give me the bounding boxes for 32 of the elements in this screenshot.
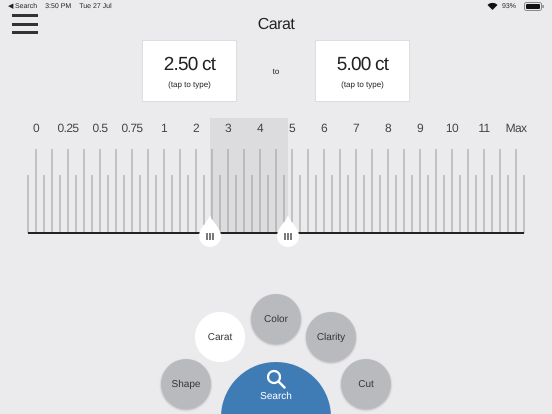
scale-label: 7	[352, 121, 360, 135]
menu-icon[interactable]	[12, 14, 38, 34]
search-button[interactable]: Search	[221, 362, 331, 414]
filter-button[interactable]: Carat	[195, 312, 245, 362]
filter-button[interactable]: Cut	[341, 359, 391, 409]
scale-label: 5	[288, 121, 296, 135]
page-title: Carat	[258, 16, 294, 34]
scale-label: 0.25	[56, 121, 80, 135]
scale-label: 8	[384, 121, 392, 135]
scale-label: 0.5	[92, 121, 108, 135]
wifi-icon	[486, 2, 498, 10]
min-slider-handle[interactable]	[198, 214, 222, 248]
scale-label: 10	[444, 121, 460, 135]
scale-label: 0.75	[120, 121, 144, 135]
search-icon	[266, 369, 286, 389]
scale-label: 1	[160, 121, 168, 135]
scale-label: 9	[416, 121, 424, 135]
max-slider-handle[interactable]	[276, 214, 300, 248]
to-label: to	[272, 66, 280, 76]
scale-label: Max	[504, 121, 528, 135]
scale-label: 0	[32, 121, 40, 135]
max-carat-field[interactable]: 5.00 ct (tap to type)	[315, 40, 410, 102]
filter-button[interactable]: Color	[251, 294, 301, 344]
scale-label: 11	[477, 121, 491, 135]
filter-button[interactable]: Clarity	[306, 312, 356, 362]
scale-label: 6	[320, 121, 328, 135]
scale-label: 2	[192, 121, 200, 135]
scale-label: 3	[224, 121, 232, 135]
filter-button[interactable]: Shape	[161, 359, 211, 409]
battery-icon	[524, 2, 544, 10]
min-carat-field[interactable]: 2.50 ct (tap to type)	[142, 40, 237, 102]
scale-label: 4	[256, 121, 264, 135]
